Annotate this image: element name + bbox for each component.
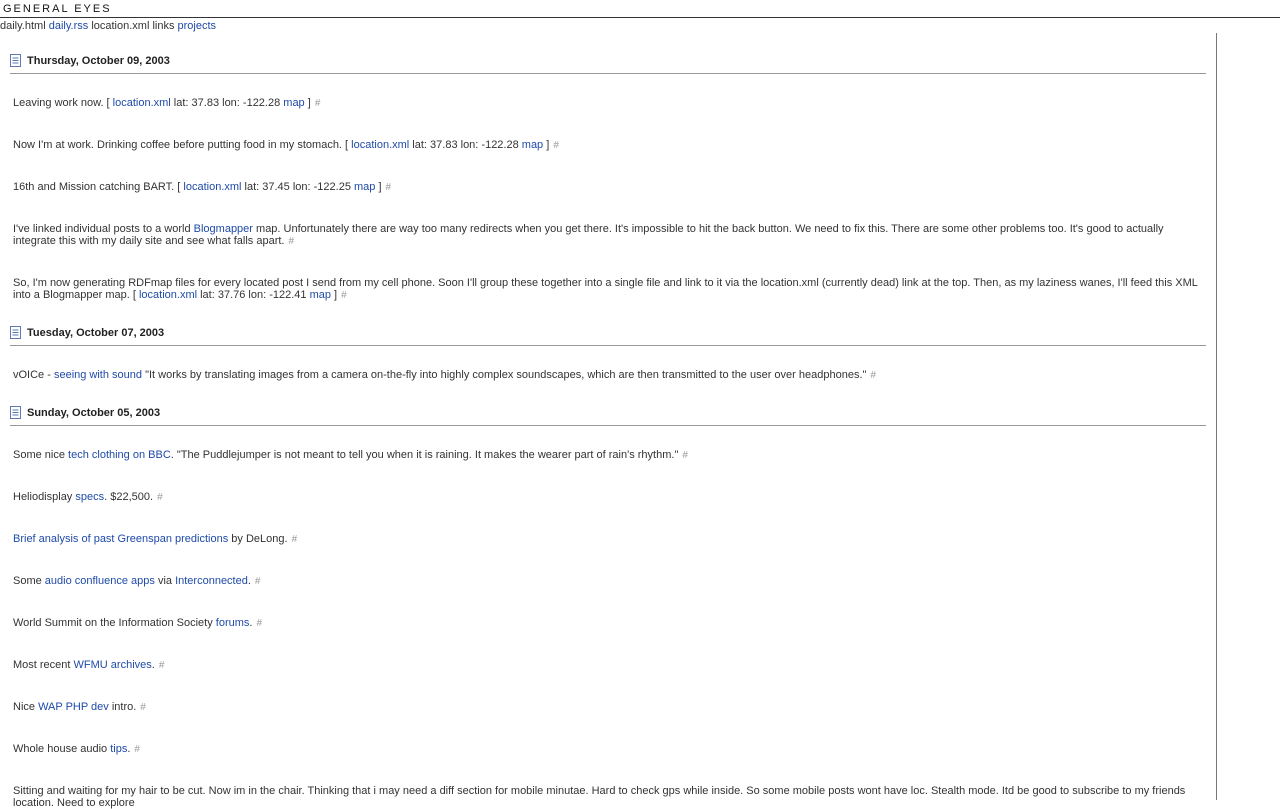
- permalink[interactable]: #: [159, 660, 165, 671]
- blog-post: Some nice tech clothing on BBC. "The Pud…: [13, 449, 688, 461]
- post-link[interactable]: location.xml: [351, 139, 409, 151]
- permalink[interactable]: #: [134, 744, 140, 755]
- post-link[interactable]: location.xml: [113, 97, 171, 109]
- post-link[interactable]: forums: [216, 617, 250, 629]
- blog-post: I've linked individual posts to a world …: [13, 223, 1164, 247]
- document-icon: [10, 54, 21, 67]
- permalink[interactable]: #: [682, 450, 688, 461]
- permalink[interactable]: #: [157, 492, 163, 503]
- permalink[interactable]: #: [341, 290, 347, 301]
- blog-post: Now I'm at work. Drinking coffee before …: [13, 139, 559, 151]
- top-nav: daily.html daily.rss location.xml links …: [0, 19, 1280, 33]
- nav-location-xml: location.xml: [91, 20, 150, 32]
- blog-post: Nice WAP PHP dev intro. #: [13, 701, 146, 713]
- blog-post: Leaving work now. [ location.xml lat: 37…: [13, 97, 321, 109]
- blog-post: So, I'm now generating RDFmap files for …: [13, 277, 1198, 301]
- day-header: Thursday, October 09, 2003: [10, 52, 1206, 74]
- post-link[interactable]: location.xml: [183, 181, 241, 193]
- post-link[interactable]: Interconnected: [175, 575, 248, 587]
- blog-post: vOICe - seeing with sound "It works by t…: [13, 369, 876, 381]
- blog-post: Sitting and waiting for my hair to be cu…: [13, 785, 1186, 809]
- nav-daily-rss[interactable]: daily.rss: [49, 20, 89, 32]
- site-title: GENERAL EYES: [3, 3, 112, 15]
- site-banner: GENERAL EYES: [0, 0, 1280, 18]
- post-link[interactable]: WAP PHP dev: [38, 701, 109, 713]
- document-icon: [10, 326, 21, 339]
- post-link[interactable]: map: [310, 289, 331, 301]
- blog-post: Heliodisplay specs. $22,500. #: [13, 491, 163, 503]
- permalink[interactable]: #: [292, 534, 298, 545]
- blog-post: Most recent WFMU archives. #: [13, 659, 165, 671]
- blog-post: Some audio confluence apps via Interconn…: [13, 575, 261, 587]
- permalink[interactable]: #: [315, 98, 321, 109]
- post-link[interactable]: WFMU archives: [74, 659, 152, 671]
- day-date: Tuesday, October 07, 2003: [27, 327, 165, 339]
- main-column: Thursday, October 09, 2003 Leaving work n…: [0, 33, 1217, 809]
- post-link[interactable]: map: [283, 97, 304, 109]
- day-date: Thursday, October 09, 2003: [27, 55, 170, 67]
- document-icon: [10, 406, 21, 419]
- nav-projects[interactable]: projects: [178, 20, 217, 32]
- day-date: Sunday, October 05, 2003: [27, 407, 161, 419]
- nav-daily-html: daily.html: [0, 20, 46, 32]
- nav-links: links: [152, 20, 175, 32]
- post-link[interactable]: tips: [110, 743, 127, 755]
- post-link[interactable]: seeing with sound: [54, 369, 142, 381]
- permalink[interactable]: #: [256, 618, 262, 629]
- blog-post: Whole house audio tips. #: [13, 743, 140, 755]
- blog-post: 16th and Mission catching BART. [ locati…: [13, 181, 392, 193]
- day-header: Sunday, October 05, 2003: [10, 404, 1206, 426]
- blog-post: World Summit on the Information Society …: [13, 617, 263, 629]
- day-header: Tuesday, October 07, 2003: [10, 324, 1206, 346]
- blog-post: Brief analysis of past Greenspan predict…: [13, 533, 298, 545]
- post-link[interactable]: audio confluence apps: [45, 575, 155, 587]
- post-link[interactable]: map: [354, 181, 375, 193]
- post-link[interactable]: Brief analysis of past Greenspan predict…: [13, 533, 228, 545]
- permalink[interactable]: #: [255, 576, 261, 587]
- post-link[interactable]: tech clothing on BBC: [68, 449, 171, 461]
- permalink[interactable]: #: [140, 702, 146, 713]
- post-link[interactable]: specs: [75, 491, 104, 503]
- permalink[interactable]: #: [870, 370, 876, 381]
- permalink[interactable]: #: [288, 236, 294, 247]
- post-link[interactable]: map: [522, 139, 543, 151]
- post-link[interactable]: Blogmapper: [194, 223, 253, 235]
- permalink[interactable]: #: [386, 182, 392, 193]
- post-link[interactable]: location.xml: [139, 289, 197, 301]
- permalink[interactable]: #: [553, 140, 559, 151]
